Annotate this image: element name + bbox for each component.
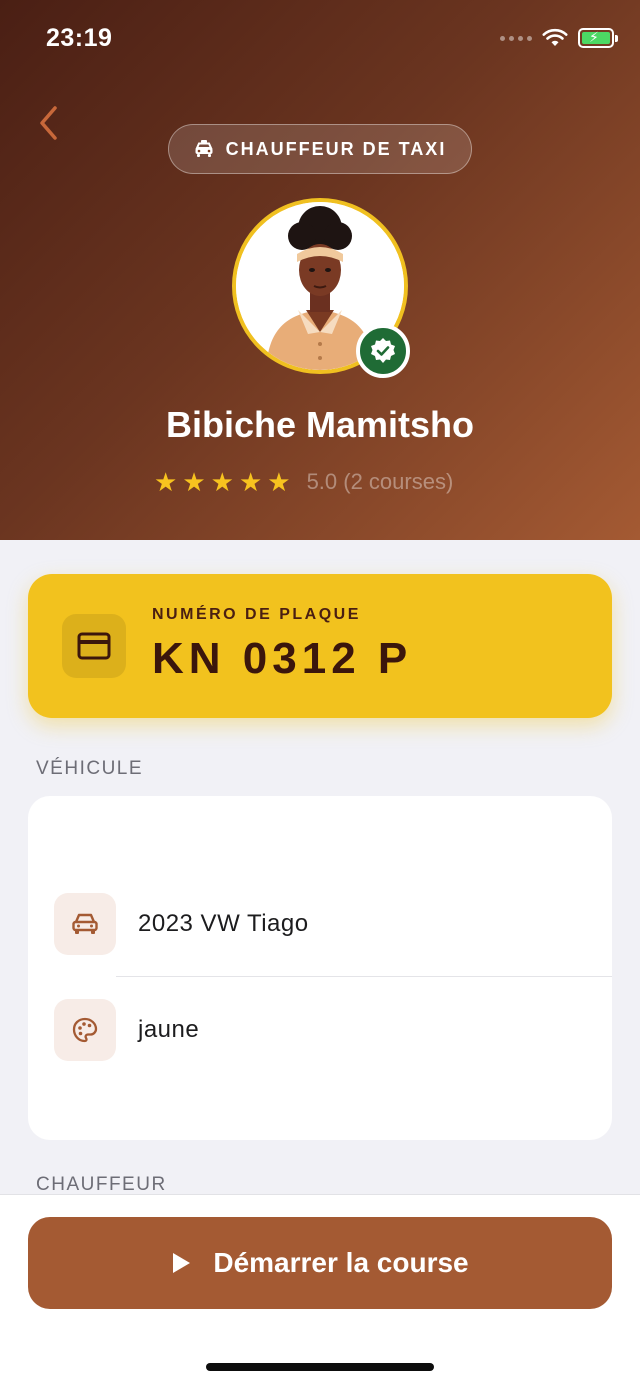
rating-text: 5.0 (2 courses) <box>306 469 454 494</box>
bottom-action-bar: Démarrer la course <box>0 1194 640 1386</box>
chevron-left-icon <box>40 106 57 140</box>
vehicle-row-divider <box>116 976 612 977</box>
vehicle-model-text: 2023 VW Tiago <box>138 910 309 937</box>
start-ride-label: Démarrer la course <box>213 1247 469 1278</box>
palette-icon <box>72 1017 98 1043</box>
taxi-icon <box>195 140 213 157</box>
star-icon: ★ <box>210 467 234 497</box>
rating-stars: ★ ★ ★ ★ ★ <box>154 468 291 496</box>
status-time: 23:19 <box>46 24 113 52</box>
vehicle-color-text: jaune <box>138 1016 200 1043</box>
play-icon <box>173 1253 191 1273</box>
driver-name: Bibiche Mamitsho <box>165 404 475 445</box>
rating-row: ★ ★ ★ ★ ★ 5.0 (2 courses) <box>154 468 453 496</box>
vehicle-color-icon-box <box>54 999 116 1061</box>
card-icon <box>77 632 111 660</box>
driver-section-title: CHAUFFEUR <box>36 1174 167 1195</box>
plate-icon-box <box>62 614 126 678</box>
vehicle-model-row[interactable]: 2023 VW Tiago <box>28 884 612 964</box>
back-button[interactable] <box>30 100 66 146</box>
vehicle-card: 2023 VW Tiago jaune <box>28 796 612 1140</box>
signal-icon <box>500 35 532 41</box>
wifi-icon <box>542 28 568 46</box>
vehicle-section-title: VÉHICULE <box>36 758 144 779</box>
car-icon <box>72 913 98 934</box>
vehicle-color-row[interactable]: jaune <box>28 990 612 1070</box>
star-icon: ★ <box>267 467 291 497</box>
start-ride-button[interactable]: Démarrer la course <box>28 1217 612 1309</box>
vehicle-model-icon-box <box>54 893 116 955</box>
battery-icon: ⚡ <box>578 28 618 48</box>
profile-header: 23:19 ⚡ CHAUFFEUR DE TAXI Bibiche Mamits… <box>0 0 640 540</box>
star-icon: ★ <box>154 467 178 497</box>
role-label: CHAUFFEUR DE TAXI <box>225 138 447 159</box>
home-indicator <box>206 1363 434 1371</box>
plate-number: KN 0312 P <box>152 634 413 683</box>
license-plate-card: NUMÉRO DE PLAQUE KN 0312 P <box>28 574 612 718</box>
verified-check-icon <box>371 338 395 363</box>
status-indicators: ⚡ <box>500 28 618 48</box>
star-icon: ★ <box>238 467 263 497</box>
plate-label: NUMÉRO DE PLAQUE <box>152 606 361 623</box>
driver-profile-screen: 23:19 ⚡ CHAUFFEUR DE TAXI Bibiche Mamits… <box>0 0 640 1386</box>
role-badge: CHAUFFEUR DE TAXI <box>168 124 472 174</box>
verified-badge <box>356 324 410 378</box>
star-icon: ★ <box>182 467 206 497</box>
